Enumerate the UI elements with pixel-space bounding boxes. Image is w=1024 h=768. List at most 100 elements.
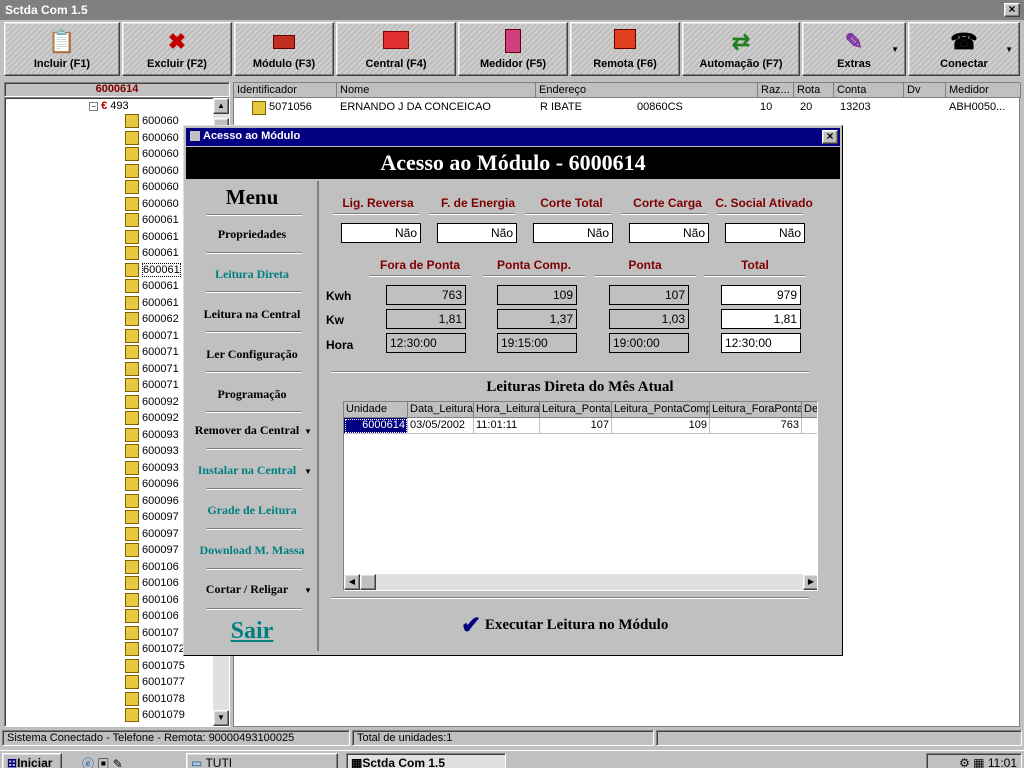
cell-identificador[interactable]: 5071056 bbox=[269, 101, 312, 113]
td-data-leitura[interactable]: 03/05/2002 bbox=[408, 418, 474, 434]
tree-root[interactable]: − € 493 bbox=[89, 100, 129, 112]
dialog-close-button[interactable]: × bbox=[822, 130, 838, 144]
medidor-button[interactable]: Medidor (F5) bbox=[458, 22, 568, 76]
tree-item[interactable]: 600061 bbox=[125, 295, 179, 312]
field-corte-total[interactable]: Não bbox=[533, 223, 613, 243]
tree-item[interactable]: 600106 bbox=[125, 592, 179, 609]
th-hora-leitura[interactable]: Hora_Leitura bbox=[474, 402, 540, 418]
menu-download-m-massa[interactable]: Download M. Massa bbox=[188, 543, 316, 558]
field-lig-reversa[interactable]: Não bbox=[341, 223, 421, 243]
col-rota[interactable]: Rota bbox=[794, 83, 834, 98]
tree-item[interactable]: 600060 bbox=[125, 147, 179, 163]
extras-button[interactable]: ✎ Extras ▼ bbox=[802, 22, 906, 76]
desktop-icon[interactable]: ▣ bbox=[97, 757, 109, 768]
tree-item[interactable]: 600106 bbox=[125, 576, 179, 592]
td-de[interactable] bbox=[802, 418, 817, 434]
tree-item[interactable]: 600061 bbox=[125, 229, 179, 246]
tree-item[interactable]: 600061 bbox=[125, 262, 181, 279]
tree-item[interactable]: 600092 bbox=[125, 394, 179, 411]
col-medidor[interactable]: Medidor bbox=[946, 83, 1021, 98]
field-corte-carga[interactable]: Não bbox=[629, 223, 709, 243]
tree-item[interactable]: 600092 bbox=[125, 411, 179, 427]
field-f-de-energia[interactable]: Não bbox=[437, 223, 517, 243]
col-endereco[interactable]: Endereço bbox=[536, 83, 758, 98]
tree-item[interactable]: 600060 bbox=[125, 196, 179, 213]
tree-item[interactable]: 600060 bbox=[125, 163, 179, 180]
td-unidade[interactable]: 6000614 bbox=[344, 418, 408, 434]
col-conta[interactable]: Conta bbox=[834, 83, 904, 98]
tree-item[interactable]: 600096 bbox=[125, 493, 179, 510]
tree-item[interactable]: 600060 bbox=[125, 180, 179, 196]
cell-endereco-complemento[interactable]: 00860CS bbox=[637, 101, 683, 113]
col-dv[interactable]: Dv bbox=[904, 83, 946, 98]
tree-item[interactable]: 600093 bbox=[125, 460, 179, 477]
tree-item[interactable]: 600107 bbox=[125, 625, 179, 642]
cell-medidor[interactable]: ABH0050... bbox=[949, 101, 1005, 113]
task-tuti[interactable]: ▭ TUTI bbox=[186, 753, 338, 768]
scroll-left-button[interactable]: ◀ bbox=[344, 574, 360, 590]
modulo-button[interactable]: Módulo (F3) bbox=[234, 22, 334, 76]
td-hora-leitura[interactable]: 11:01:11 bbox=[474, 418, 540, 434]
td-leitura-foraponta[interactable]: 763 bbox=[710, 418, 802, 434]
collapse-icon[interactable]: − bbox=[89, 101, 98, 111]
th-leitura-pontacomp[interactable]: Leitura_PontaComp bbox=[612, 402, 710, 418]
th-de[interactable]: De bbox=[802, 402, 817, 418]
table-hscrollbar[interactable]: ◀ ▶ bbox=[344, 574, 817, 590]
scroll-right-button[interactable]: ▶ bbox=[803, 574, 817, 590]
tree-item[interactable]: 600071 bbox=[125, 345, 179, 361]
cell-raz[interactable]: 10 bbox=[760, 101, 772, 113]
cell-conta[interactable]: 13203 bbox=[840, 101, 871, 113]
th-data-leitura[interactable]: Data_Leitura bbox=[408, 402, 474, 418]
central-button[interactable]: Central (F4) bbox=[336, 22, 456, 76]
tree-item[interactable]: 600071 bbox=[125, 361, 179, 378]
tree-item[interactable]: 6001075 bbox=[125, 658, 185, 675]
menu-cortar-religar[interactable]: Cortar / Religar bbox=[188, 582, 306, 597]
menu-leitura-direta[interactable]: Leitura Direta bbox=[188, 267, 316, 282]
execute-reading-button[interactable]: ✔ Executar Leitura no Módulo bbox=[461, 611, 668, 640]
th-unidade[interactable]: Unidade bbox=[344, 402, 408, 418]
menu-remover-da-central[interactable]: Remover da Central bbox=[188, 423, 306, 438]
tree-item[interactable]: 600097 bbox=[125, 543, 179, 559]
col-identificador[interactable]: Identificador bbox=[234, 83, 337, 98]
tree-item[interactable]: 600060 bbox=[125, 130, 179, 147]
close-window-button[interactable]: × bbox=[1004, 3, 1020, 17]
menu-propriedades[interactable]: Propriedades bbox=[188, 227, 316, 242]
tree-item[interactable]: 600061 bbox=[125, 279, 179, 295]
tree-item[interactable]: 6001079 bbox=[125, 708, 185, 724]
scroll-down-button[interactable]: ▼ bbox=[213, 710, 229, 726]
tree-item[interactable]: 600062 bbox=[125, 312, 179, 328]
tree-item[interactable]: 600071 bbox=[125, 378, 179, 394]
tray-icons[interactable]: ⚙ ▦ bbox=[959, 756, 988, 768]
tree-item[interactable]: 600097 bbox=[125, 510, 179, 526]
menu-leitura-na-central[interactable]: Leitura na Central bbox=[188, 307, 316, 322]
td-leitura-pontacomp[interactable]: 109 bbox=[612, 418, 710, 434]
excluir-button[interactable]: ✖ Excluir (F2) bbox=[122, 22, 232, 76]
tree-item[interactable]: 6001072 bbox=[125, 642, 185, 658]
quick-icon[interactable]: ✎ bbox=[113, 757, 123, 768]
menu-instalar-na-central[interactable]: Instalar na Central bbox=[188, 463, 306, 478]
readings-table[interactable]: Unidade Data_Leitura Hora_Leitura Leitur… bbox=[343, 401, 818, 591]
tree-item[interactable]: 600093 bbox=[125, 427, 179, 444]
tree-item[interactable]: 600071 bbox=[125, 328, 179, 345]
tree-item[interactable]: 600106 bbox=[125, 609, 179, 625]
remota-button[interactable]: Remota (F6) bbox=[570, 22, 680, 76]
field-c-social-ativado[interactable]: Não bbox=[725, 223, 805, 243]
conectar-button[interactable]: ☎ Conectar ▼ bbox=[908, 22, 1020, 76]
tree-item[interactable]: 600061 bbox=[125, 246, 179, 262]
cell-endereco[interactable]: R IBATE bbox=[540, 101, 582, 113]
tree-item[interactable]: 6001077 bbox=[125, 675, 185, 691]
td-leitura-ponta[interactable]: 107 bbox=[540, 418, 612, 434]
menu-sair[interactable]: Sair bbox=[188, 618, 316, 645]
cell-nome[interactable]: ERNANDO J DA CONCEICAO bbox=[340, 101, 491, 113]
tree-item[interactable]: 600060 bbox=[125, 114, 179, 130]
hscroll-thumb[interactable] bbox=[360, 574, 376, 590]
incluir-button[interactable]: 📋 Incluir (F1) bbox=[4, 22, 120, 76]
start-button[interactable]: ⊞Iniciar bbox=[2, 753, 62, 768]
th-leitura-foraponta[interactable]: Leitura_ForaPonta bbox=[710, 402, 802, 418]
tree-item[interactable]: 600106 bbox=[125, 559, 179, 576]
tree-item[interactable]: 600093 bbox=[125, 444, 179, 460]
menu-programacao[interactable]: Programação bbox=[188, 387, 316, 402]
menu-ler-configuracao[interactable]: Ler Configuração bbox=[188, 347, 316, 362]
col-raz[interactable]: Raz... bbox=[758, 83, 794, 98]
scroll-up-button[interactable]: ▲ bbox=[213, 98, 229, 114]
